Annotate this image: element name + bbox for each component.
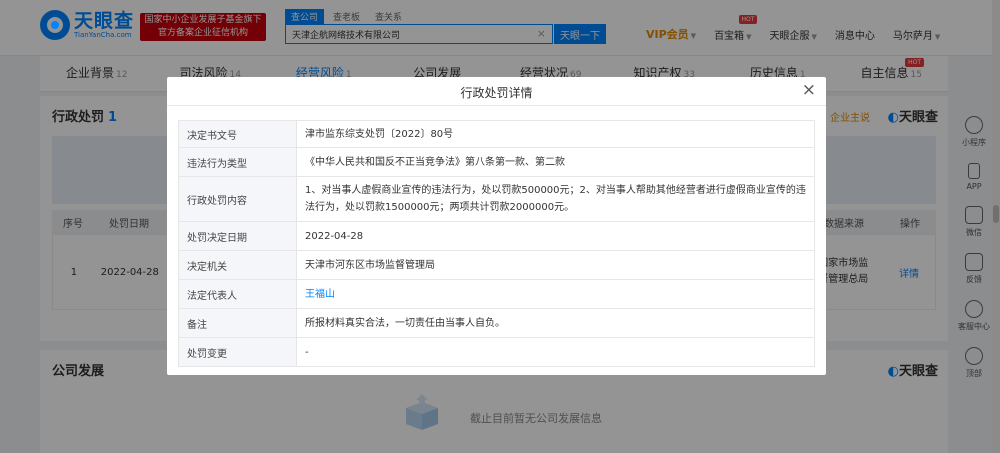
detail-key: 行政处罚内容: [178, 176, 297, 222]
detail-key: 备注: [178, 308, 297, 338]
detail-row-violation-type: 违法行为类型 《中华人民共和国反不正当竞争法》第八条第一款、第二款: [178, 147, 815, 177]
detail-value: -: [296, 337, 815, 367]
detail-row-legal-rep: 法定代表人 王福山: [178, 279, 815, 309]
detail-key: 处罚变更: [178, 337, 297, 367]
detail-row-authority: 决定机关 天津市河东区市场监督管理局: [178, 250, 815, 280]
penalty-detail-modal: 行政处罚详情 × 决定书文号 津市监东综支处罚〔2022〕80号 违法行为类型 …: [167, 77, 826, 375]
legal-rep-link[interactable]: 王福山: [296, 279, 815, 309]
detail-row-penalty-content: 行政处罚内容 1、对当事人虚假商业宣传的违法行为，处以罚款500000元；2、对…: [178, 176, 815, 222]
detail-value: 《中华人民共和国反不正当竞争法》第八条第一款、第二款: [296, 147, 815, 177]
detail-value: 2022-04-28: [296, 221, 815, 251]
detail-key: 决定书文号: [178, 120, 297, 148]
detail-row-change: 处罚变更 -: [178, 337, 815, 367]
detail-value: 所报材料真实合法，一切责任由当事人自负。: [296, 308, 815, 338]
close-icon[interactable]: ×: [802, 81, 816, 99]
detail-value: 津市监东综支处罚〔2022〕80号: [296, 120, 815, 148]
detail-key: 处罚决定日期: [178, 221, 297, 251]
detail-key: 违法行为类型: [178, 147, 297, 177]
detail-key: 法定代表人: [178, 279, 297, 309]
detail-table: 决定书文号 津市监东综支处罚〔2022〕80号 违法行为类型 《中华人民共和国反…: [178, 120, 815, 367]
modal-title: 行政处罚详情: [460, 86, 533, 100]
detail-key: 决定机关: [178, 250, 297, 280]
detail-row-doc-no: 决定书文号 津市监东综支处罚〔2022〕80号: [178, 120, 815, 148]
detail-value: 1、对当事人虚假商业宣传的违法行为，处以罚款500000元；2、对当事人帮助其他…: [296, 176, 815, 222]
detail-row-remarks: 备注 所报材料真实合法，一切责任由当事人自负。: [178, 308, 815, 338]
detail-value: 天津市河东区市场监督管理局: [296, 250, 815, 280]
detail-row-decision-date: 处罚决定日期 2022-04-28: [178, 221, 815, 251]
modal-header: 行政处罚详情 ×: [167, 77, 826, 106]
